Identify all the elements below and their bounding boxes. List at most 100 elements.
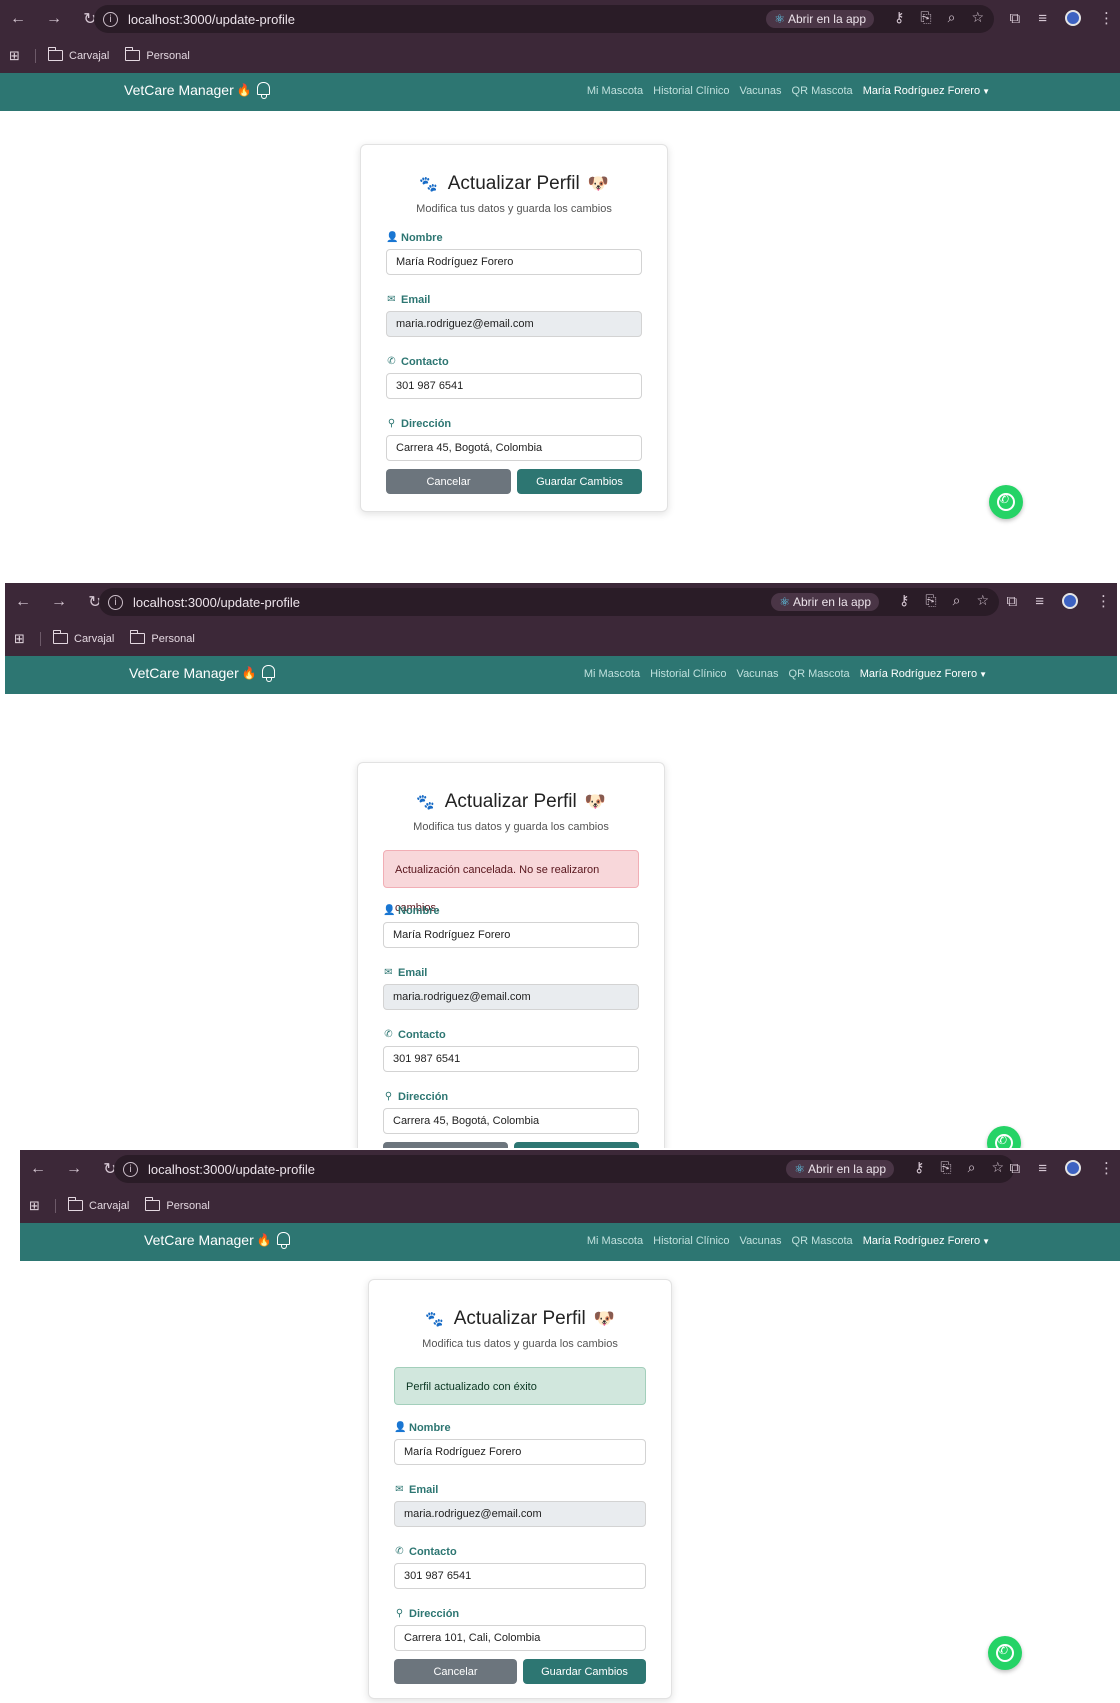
- whatsapp-icon[interactable]: [988, 1636, 1022, 1670]
- nav-historial-clinico[interactable]: Historial Clínico: [650, 668, 726, 680]
- brand-link[interactable]: VetCare Manager 🔥: [144, 1232, 272, 1248]
- user-dropdown[interactable]: María Rodríguez Forero ▼: [863, 1235, 990, 1247]
- zoom-icon[interactable]: ⌕: [968, 1159, 976, 1176]
- open-in-app-button[interactable]: ⚛ Abrir en la app: [771, 593, 879, 611]
- nav-mi-mascota[interactable]: Mi Mascota: [584, 668, 640, 680]
- back-arrow-icon[interactable]: ←: [30, 1160, 46, 1178]
- update-profile-card: 🐾 Actualizar Perfil 🐶 Modifica tus datos y…: [357, 762, 665, 1148]
- password-key-icon[interactable]: ⚷: [914, 1159, 924, 1176]
- bell-icon[interactable]: [277, 1232, 290, 1249]
- bookmark-carvajal[interactable]: Carvajal: [68, 1197, 129, 1212]
- back-arrow-icon[interactable]: ←: [15, 593, 31, 611]
- contacto-input[interactable]: [386, 373, 642, 399]
- bookmark-star-icon[interactable]: ☆: [971, 9, 984, 26]
- bookmark-label: Carvajal: [74, 632, 115, 645]
- extensions-icon[interactable]: ⧉: [1007, 593, 1018, 610]
- email-input: [383, 984, 639, 1010]
- label-email-text: Email: [401, 293, 431, 306]
- nav-historial-clinico[interactable]: Historial Clínico: [653, 1235, 729, 1247]
- bookmark-personal[interactable]: Personal: [130, 630, 195, 645]
- more-menu-icon[interactable]: ⋮: [1096, 592, 1111, 610]
- nav-qr-mascota[interactable]: QR Mascota: [792, 85, 853, 97]
- apps-grid-icon[interactable]: ⊞: [9, 48, 23, 64]
- zoom-icon[interactable]: ⌕: [948, 9, 956, 26]
- site-info-icon[interactable]: i: [123, 1161, 138, 1177]
- password-key-icon[interactable]: ⚷: [899, 592, 909, 609]
- brand-link[interactable]: VetCare Manager 🔥: [129, 665, 257, 681]
- user-dropdown[interactable]: María Rodríguez Forero ▼: [860, 668, 987, 680]
- password-key-icon[interactable]: ⚷: [894, 9, 904, 26]
- nav-vacunas[interactable]: Vacunas: [740, 1235, 782, 1247]
- brand-link[interactable]: VetCare Manager 🔥: [124, 82, 252, 98]
- direccion-input[interactable]: [394, 1625, 646, 1651]
- extensions-icon[interactable]: ⧉: [1010, 1160, 1021, 1177]
- back-arrow-icon[interactable]: ←: [10, 10, 26, 28]
- forward-arrow-icon[interactable]: →: [66, 1160, 82, 1178]
- site-info-icon[interactable]: i: [108, 594, 123, 610]
- nav-qr-mascota[interactable]: QR Mascota: [792, 1235, 853, 1247]
- email-input: [394, 1501, 646, 1527]
- address-bar[interactable]: i localhost:3000/update-profile ⚛ Abrir e…: [94, 5, 994, 33]
- nav-mi-mascota[interactable]: Mi Mascota: [587, 1235, 643, 1247]
- bookmark-personal[interactable]: Personal: [145, 1197, 210, 1212]
- react-icon: ⚛: [794, 1162, 805, 1176]
- user-dropdown[interactable]: María Rodríguez Forero ▼: [863, 85, 990, 97]
- forward-arrow-icon[interactable]: →: [51, 593, 67, 611]
- address-bar[interactable]: i localhost:3000/update-profile ⚛ Abrir e…: [99, 588, 999, 616]
- zoom-icon[interactable]: ⌕: [953, 592, 961, 609]
- nav-vacunas[interactable]: Vacunas: [740, 85, 782, 97]
- reading-list-icon[interactable]: ≡: [1038, 10, 1047, 27]
- bookmark-personal[interactable]: Personal: [125, 47, 190, 62]
- save-button[interactable]: Guardar Cambios: [523, 1659, 646, 1684]
- nombre-input[interactable]: [383, 922, 639, 948]
- translate-icon[interactable]: ⎘: [920, 9, 931, 26]
- bell-icon[interactable]: [262, 665, 275, 682]
- nav-mi-mascota[interactable]: Mi Mascota: [587, 85, 643, 97]
- form-actions: Cancelar Guardar Cambios: [386, 469, 642, 494]
- open-in-app-button[interactable]: ⚛ Abrir en la app: [766, 10, 874, 28]
- nav-historial-clinico[interactable]: Historial Clínico: [653, 85, 729, 97]
- cancel-button[interactable]: Cancelar: [383, 1142, 508, 1148]
- whatsapp-icon[interactable]: [989, 485, 1023, 519]
- nav-vacunas[interactable]: Vacunas: [737, 668, 779, 680]
- more-menu-icon[interactable]: ⋮: [1099, 1159, 1114, 1177]
- reading-list-icon[interactable]: ≡: [1038, 1160, 1047, 1177]
- label-email-text: Email: [398, 966, 428, 979]
- apps-grid-icon[interactable]: ⊞: [29, 1198, 43, 1214]
- url-text[interactable]: localhost:3000/update-profile: [133, 595, 300, 610]
- bookmark-carvajal[interactable]: Carvajal: [53, 630, 115, 645]
- nombre-input[interactable]: [394, 1439, 646, 1465]
- cancel-button[interactable]: Cancelar: [394, 1659, 517, 1684]
- profile-avatar-icon[interactable]: [1065, 10, 1081, 26]
- profile-avatar-icon[interactable]: [1062, 593, 1078, 609]
- extensions-icon[interactable]: ⧉: [1010, 10, 1021, 27]
- forward-arrow-icon[interactable]: →: [46, 10, 62, 28]
- bookmark-carvajal[interactable]: Carvajal: [48, 47, 109, 62]
- whatsapp-icon[interactable]: [987, 1126, 1021, 1148]
- site-info-icon[interactable]: i: [103, 11, 118, 27]
- bookmark-star-icon[interactable]: ☆: [991, 1159, 1004, 1176]
- open-in-app-button[interactable]: ⚛ Abrir en la app: [786, 1160, 894, 1178]
- direccion-input[interactable]: [383, 1108, 639, 1134]
- nav-qr-mascota[interactable]: QR Mascota: [789, 668, 850, 680]
- save-button[interactable]: Guardar Cambios: [517, 469, 642, 494]
- profile-avatar-icon[interactable]: [1065, 1160, 1081, 1176]
- cancel-button[interactable]: Cancelar: [386, 469, 511, 494]
- bookmark-star-icon[interactable]: ☆: [976, 592, 989, 609]
- translate-icon[interactable]: ⎘: [925, 592, 936, 609]
- reading-list-icon[interactable]: ≡: [1035, 593, 1044, 610]
- bell-icon[interactable]: [257, 82, 270, 99]
- url-text[interactable]: localhost:3000/update-profile: [148, 1162, 315, 1177]
- save-button[interactable]: Guardar Cambios: [514, 1142, 639, 1148]
- more-menu-icon[interactable]: ⋮: [1099, 9, 1114, 27]
- direccion-input[interactable]: [386, 435, 642, 461]
- contacto-input[interactable]: [394, 1563, 646, 1589]
- translate-icon[interactable]: ⎘: [940, 1159, 951, 1176]
- apps-grid-icon[interactable]: ⊞: [14, 631, 28, 647]
- nombre-input[interactable]: [386, 249, 642, 275]
- url-text[interactable]: localhost:3000/update-profile: [128, 12, 295, 27]
- label-nombre-text: Nombre: [401, 231, 443, 244]
- contacto-input[interactable]: [383, 1046, 639, 1072]
- brand-text: VetCare Manager: [129, 665, 239, 681]
- address-bar[interactable]: i localhost:3000/update-profile ⚛ Abrir e…: [114, 1155, 1014, 1183]
